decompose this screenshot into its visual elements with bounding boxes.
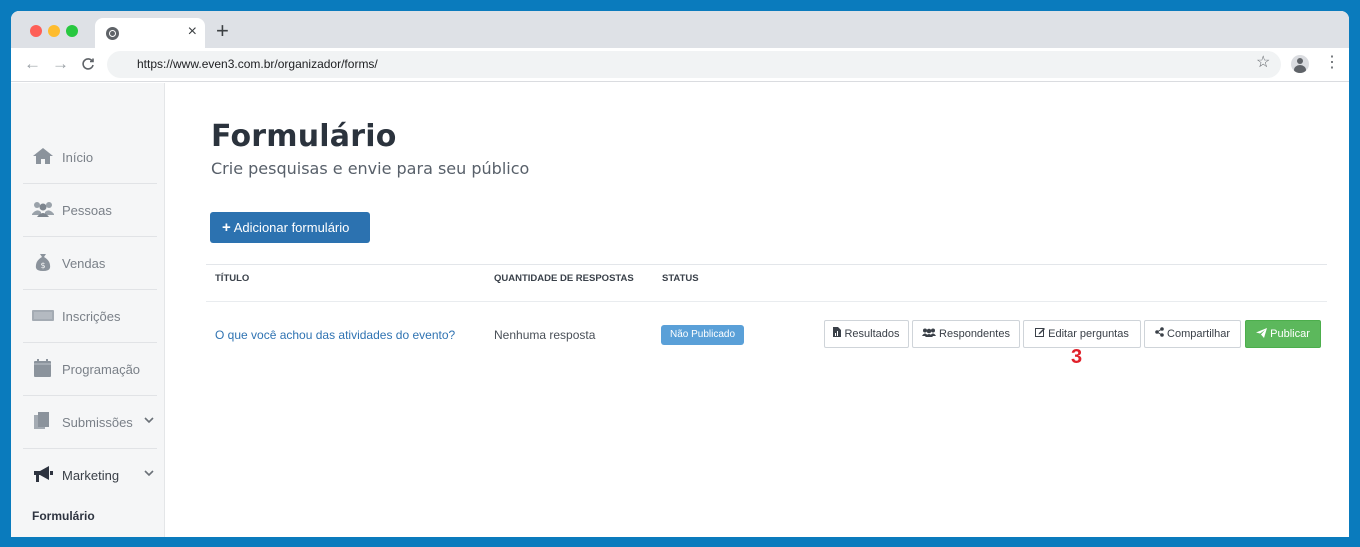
sidebar-item-programacao[interactable]: Programação — [23, 343, 157, 396]
sidebar-item-label: Submissões — [62, 415, 133, 430]
respondents-button[interactable]: Respondentes — [912, 320, 1020, 348]
browser-menu-icon[interactable]: ⋮ — [1324, 53, 1340, 73]
sidebar-item-inicio[interactable]: Início — [23, 131, 157, 184]
money-bag-icon: $ — [35, 254, 51, 271]
address-bar[interactable]: https://www.even3.com.br/organizador/for… — [107, 51, 1281, 78]
people-icon — [32, 202, 54, 217]
publish-button[interactable]: Publicar — [1245, 320, 1321, 348]
sidebar-item-label: Programação — [62, 362, 141, 377]
profile-avatar-icon[interactable] — [1291, 55, 1309, 73]
sidebar-subitem-formulario[interactable]: Formulário — [32, 509, 95, 523]
results-button[interactable]: Resultados — [824, 320, 909, 348]
sidebar-item-pessoas[interactable]: Pessoas — [23, 184, 157, 237]
browser-window: × + ← → https://www.even3.com.br/organiz… — [11, 11, 1349, 537]
close-window-button[interactable] — [30, 25, 42, 37]
documents-icon — [34, 412, 49, 429]
ticket-icon — [32, 310, 54, 321]
sidebar-item-inscricoes[interactable]: Inscrições — [23, 290, 157, 343]
tab-close-button[interactable]: × — [188, 23, 197, 41]
sidebar-item-marketing[interactable]: Marketing — [23, 449, 157, 502]
reload-icon[interactable] — [81, 53, 95, 78]
page-subtitle: Crie pesquisas e envie para seu público — [211, 159, 530, 178]
share-icon — [1155, 327, 1164, 337]
results-label: Resultados — [844, 328, 900, 340]
add-form-button[interactable]: + Adicionar formulário — [210, 212, 370, 243]
edit-questions-label: Editar perguntas — [1048, 328, 1129, 340]
home-icon — [33, 148, 53, 164]
users-icon — [922, 328, 937, 337]
respondents-label: Respondentes — [939, 328, 1010, 340]
edit-questions-button[interactable]: Editar perguntas — [1023, 320, 1141, 348]
paper-plane-icon — [1256, 328, 1268, 338]
back-arrow-icon[interactable]: ← — [24, 53, 41, 75]
sidebar-item-label: Marketing — [62, 468, 120, 483]
sidebar-item-submissoes[interactable]: Submissões — [23, 396, 157, 449]
sidebar-item-vendas[interactable]: $ Vendas — [23, 237, 157, 290]
column-header-status: STATUS — [662, 273, 699, 284]
calendar-icon — [34, 359, 51, 377]
step-marker: 3 — [1071, 346, 1083, 368]
plus-icon: + — [222, 219, 231, 236]
share-label: Compartilhar — [1167, 328, 1230, 340]
forward-arrow-icon[interactable]: → — [52, 53, 69, 75]
responses-count: Nenhuma resposta — [494, 328, 596, 342]
bookmark-star-icon[interactable]: ☆ — [1256, 53, 1270, 73]
chevron-down-icon[interactable] — [144, 415, 154, 427]
share-button[interactable]: Compartilhar — [1144, 320, 1241, 348]
page-title: Formulário — [211, 119, 397, 154]
url-text: https://www.even3.com.br/organizador/for… — [137, 57, 378, 71]
sidebar: Início Pessoas $ Vendas Inscrições Progr… — [11, 83, 165, 537]
main-content: Formulário Crie pesquisas e envie para s… — [166, 83, 1349, 537]
new-tab-button[interactable]: + — [216, 19, 229, 43]
sidebar-item-label: Pessoas — [62, 203, 112, 218]
add-form-label: Adicionar formulário — [233, 220, 350, 235]
status-badge: Não Publicado — [661, 325, 744, 345]
maximize-window-button[interactable] — [66, 25, 78, 37]
column-header-title: TÍTULO — [215, 273, 250, 284]
form-title-link[interactable]: O que você achou das atividades do event… — [215, 328, 455, 342]
sidebar-item-label: Inscrições — [62, 309, 121, 324]
browser-toolbar: ← → https://www.even3.com.br/organizador… — [11, 48, 1349, 82]
sidebar-item-label: Vendas — [62, 256, 106, 271]
chrome-favicon-icon — [106, 27, 119, 40]
column-header-responses: QUANTIDADE DE RESPOSTAS — [494, 273, 634, 284]
file-chart-icon — [833, 327, 842, 337]
sidebar-item-label: Início — [62, 150, 94, 165]
tab-strip: × + — [11, 11, 1349, 48]
svg-text:$: $ — [40, 261, 45, 270]
megaphone-icon — [34, 466, 53, 482]
edit-icon — [1035, 328, 1046, 337]
table-divider — [206, 301, 1327, 302]
chevron-down-icon[interactable] — [144, 468, 154, 480]
minimize-window-button[interactable] — [48, 25, 60, 37]
publish-label: Publicar — [1270, 328, 1310, 340]
table-divider — [206, 264, 1327, 265]
browser-tab[interactable]: × — [95, 18, 205, 48]
